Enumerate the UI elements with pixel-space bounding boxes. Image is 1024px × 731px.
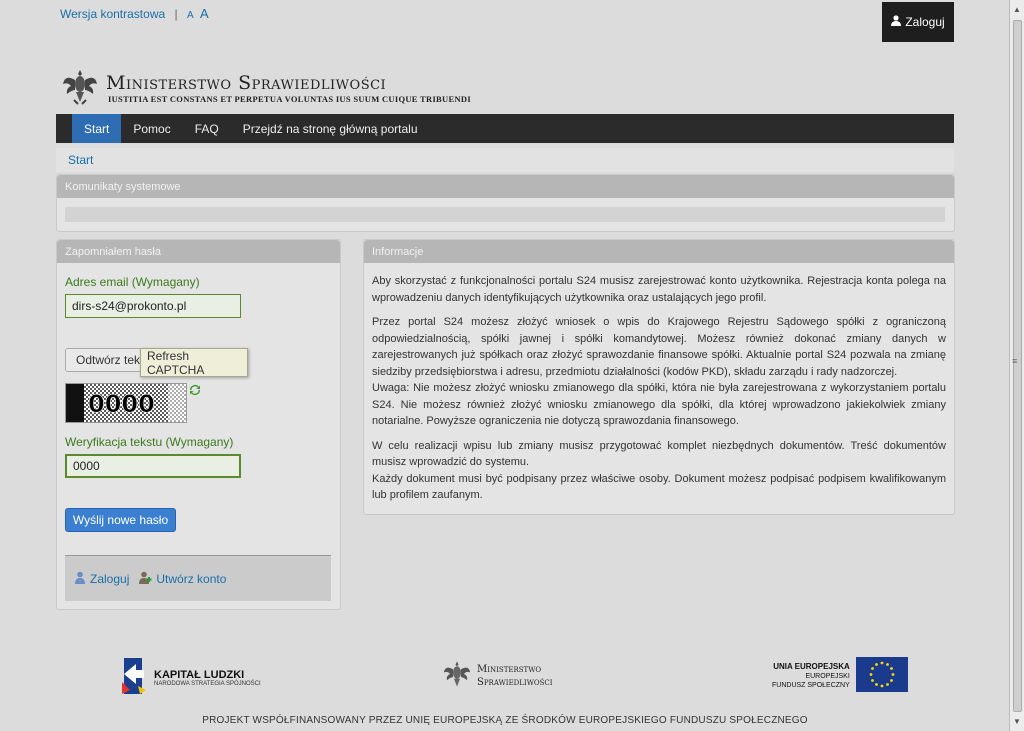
font-large-link[interactable]: A [200, 6, 209, 21]
scroll-down-icon[interactable]: ▼ [1010, 714, 1024, 728]
main-navigation: Start Pomoc FAQ Przejdź na stronę główną… [56, 114, 954, 143]
add-user-icon [139, 571, 152, 587]
ministry-motto: IUSTITIA EST CONSTANS ET PERPETUA VOLUNT… [108, 93, 471, 104]
user-lock-icon [74, 571, 86, 587]
info-paragraph: Uwaga: Nie możesz złożyć wniosku zmianow… [372, 382, 946, 427]
eu-flag-icon [855, 657, 908, 695]
login-button[interactable]: Zaloguj [882, 2, 954, 42]
ministry-footer-line1: Ministerstwo [477, 663, 542, 675]
info-paragraph: W celu realizacji wpisu lub zmiany musis… [372, 439, 946, 469]
read-text-button[interactable]: Odtwórz tekst [65, 348, 149, 372]
nav-portal-home[interactable]: Przejdź na stronę główną portalu [231, 114, 430, 143]
font-small-link[interactable]: A [187, 10, 194, 21]
verify-label: Weryfikacja tekstu (Wymagany) [65, 435, 234, 449]
nav-start[interactable]: Start [72, 114, 122, 143]
logo-text: Ministerstwo Sprawiedliwości IUSTITIA ES… [106, 72, 471, 104]
page-scrollbar[interactable]: ▲ ≡ ▼ [1009, 0, 1024, 731]
eagle-emblem-icon [443, 658, 471, 693]
scroll-grip-icon: ≡ [1012, 356, 1018, 366]
register-link-label: Utwórz konto [156, 571, 227, 586]
user-icon [891, 15, 902, 29]
system-messages-title: Komunikaty systemowe [57, 175, 954, 198]
eu-line2: EUROPEJSKI [805, 673, 850, 680]
eu-line3: FUNDUSZ SPOŁECZNY [772, 682, 850, 689]
account-links: Zaloguj Utwórz konto [65, 555, 331, 601]
scroll-up-icon[interactable]: ▲ [1010, 2, 1024, 16]
project-funding-note: PROJEKT WSPÓŁFINANSOWANY PRZEZ UNIĘ EURO… [202, 715, 808, 726]
kapital-ludzki-logo: KAPITAŁ LUDZKI NARODOWA STRATEGIA SPÓJNO… [122, 656, 261, 699]
ministry-footer-line2: Sprawiedliwości [477, 676, 553, 688]
refresh-icon[interactable] [188, 383, 202, 400]
contrast-version-link[interactable]: Wersja kontrastowa [60, 7, 165, 21]
information-panel: Informacje Aby skorzystać z funkcjonalno… [363, 239, 955, 515]
refresh-captcha-tooltip: Refresh CAPTCHA [140, 348, 248, 377]
email-label: Adres email (Wymagany) [65, 275, 200, 289]
nav-faq[interactable]: FAQ [183, 114, 231, 143]
information-title: Informacje [364, 240, 954, 263]
email-field[interactable]: dirs-s24@prokonto.pl [65, 294, 241, 318]
scrollbar-thumb[interactable] [1013, 20, 1022, 712]
send-new-password-button[interactable]: Wyślij nowe hasło [65, 508, 176, 532]
info-paragraph: Przez portal S24 możesz złożyć wniosek o… [372, 316, 946, 378]
verify-field[interactable]: 0000 [65, 454, 241, 478]
forgot-password-title: Zapomniałem hasła [57, 240, 340, 263]
info-paragraph: Każdy dokument musi być podpisany przez … [372, 472, 946, 502]
login-link-label: Zaloguj [90, 571, 130, 586]
kapital-ludzki-icon [122, 656, 148, 699]
login-button-label: Zaloguj [905, 15, 945, 29]
footer-logos: KAPITAŁ LUDZKI NARODOWA STRATEGIA SPÓJNO… [0, 654, 1024, 696]
login-link[interactable]: Zaloguj [74, 571, 129, 587]
breadcrumb-start[interactable]: Start [68, 153, 93, 167]
captcha-image: 0000 [65, 383, 187, 423]
system-messages-area [65, 207, 945, 222]
accessibility-links: Wersja kontrastowa | A A [60, 6, 209, 21]
breadcrumb: Start [56, 148, 954, 172]
information-body: Aby skorzystać z funkcjonalności portalu… [372, 273, 946, 512]
read-text-button-label: Odtwórz tekst [76, 353, 149, 367]
captcha-text: 0000 [88, 390, 155, 418]
eagle-emblem-icon [62, 66, 98, 109]
kapital-ludzki-title: KAPITAŁ LUDZKI [154, 668, 245, 681]
ministry-footer-logo: Ministerstwo Sprawiedliwości [443, 658, 553, 693]
system-messages-panel: Komunikaty systemowe [56, 174, 955, 232]
kapital-ludzki-subtitle: NARODOWA STRATEGIA SPÓJNOŚCI [154, 680, 261, 687]
ministry-title: Ministerstwo Sprawiedliwości [106, 71, 387, 94]
info-paragraph: Aby skorzystać z funkcjonalności portalu… [372, 275, 946, 304]
eu-logo: UNIA EUROPEJSKA EUROPEJSKI FUNDUSZ SPOŁE… [772, 657, 908, 695]
register-link[interactable]: Utwórz konto [139, 571, 226, 587]
forgot-password-panel: Zapomniałem hasła Adres email (Wymagany)… [56, 239, 341, 610]
eu-line1: UNIA EUROPEJSKA [773, 662, 850, 671]
nav-help[interactable]: Pomoc [121, 114, 182, 143]
separator: | [174, 7, 178, 21]
ministry-logo[interactable]: Ministerstwo Sprawiedliwości IUSTITIA ES… [62, 66, 471, 109]
